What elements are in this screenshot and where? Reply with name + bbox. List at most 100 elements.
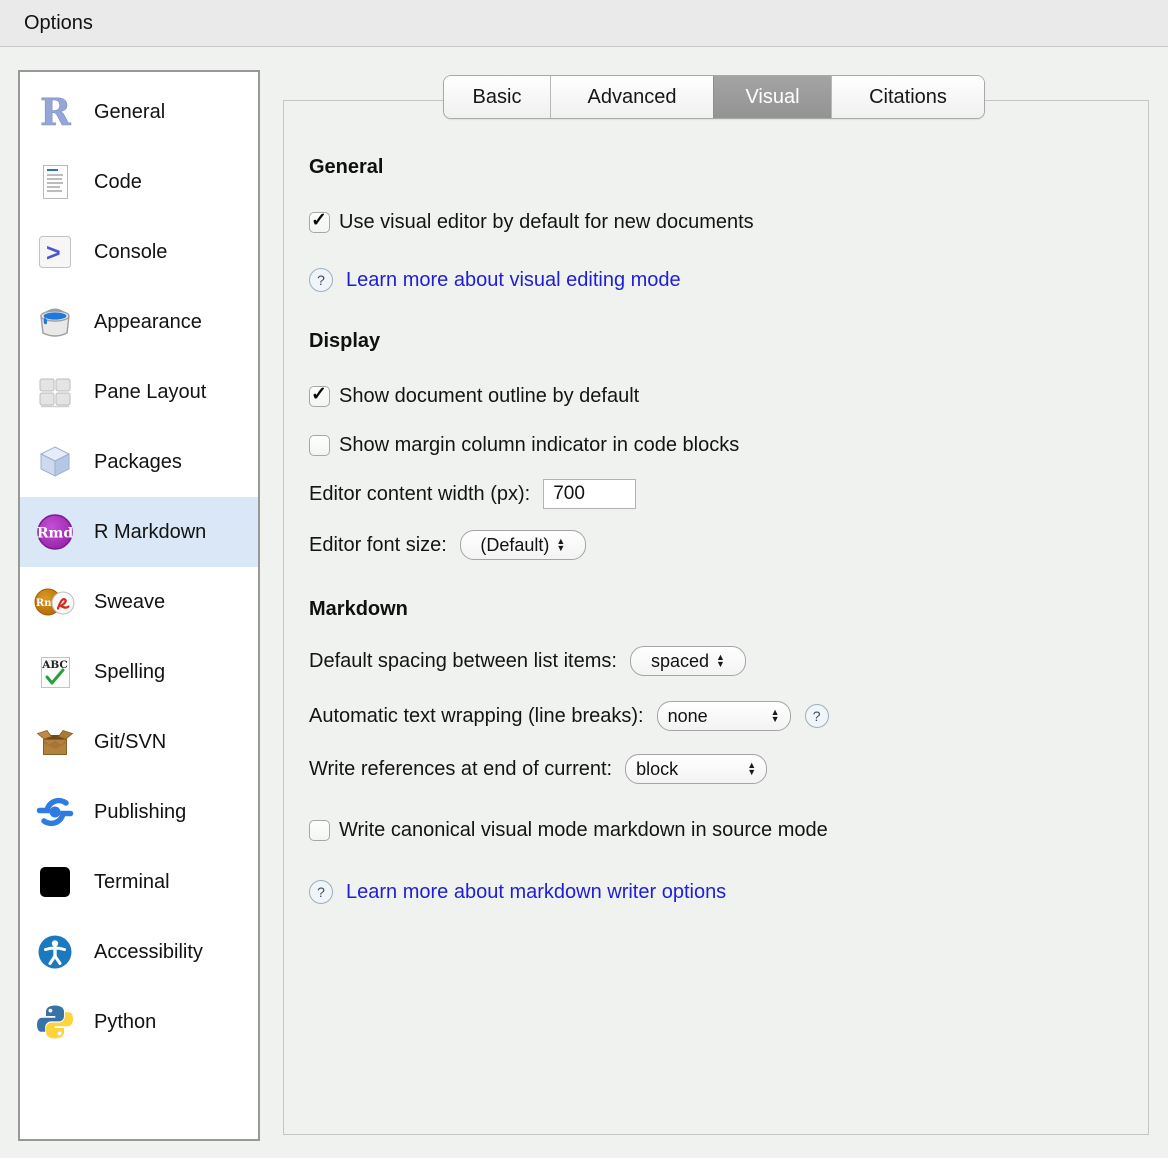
sidebar-item-spelling[interactable]: ABC Spelling bbox=[20, 637, 258, 707]
sidebar-item-git-svn[interactable]: Git/SVN bbox=[20, 707, 258, 777]
sidebar-item-packages[interactable]: Packages bbox=[20, 427, 258, 497]
window-title: Options bbox=[24, 12, 93, 35]
svg-text:>: > bbox=[46, 239, 61, 267]
rmarkdown-badge-icon: Rmd bbox=[32, 512, 78, 552]
r-logo-icon: R bbox=[32, 92, 78, 132]
tab-citations[interactable]: Citations bbox=[831, 76, 984, 118]
stepper-arrows-icon: ▲▼ bbox=[771, 709, 780, 723]
use-visual-editor-checkbox[interactable]: ✓ bbox=[309, 212, 330, 233]
panel-tabs: Basic Advanced Visual Citations bbox=[443, 75, 985, 119]
sidebar-list: R General Code bbox=[20, 72, 258, 1057]
section-heading-markdown: Markdown bbox=[309, 598, 408, 621]
sidebar-item-general[interactable]: R General bbox=[20, 77, 258, 147]
show-margin-row: ✓ Show margin column indicator in code b… bbox=[309, 429, 739, 461]
list-spacing-label: Default spacing between list items: bbox=[309, 650, 617, 673]
cardboard-box-icon bbox=[32, 722, 78, 762]
sidebar-item-r-markdown[interactable]: Rmd R Markdown bbox=[20, 497, 258, 567]
editor-width-input[interactable] bbox=[543, 479, 636, 509]
editor-font-size-row: Editor font size: (Default) ▲▼ bbox=[309, 529, 586, 561]
sidebar-item-terminal[interactable]: Terminal bbox=[20, 847, 258, 917]
canonical-markdown-checkbox[interactable]: ✓ bbox=[309, 820, 330, 841]
list-spacing-select[interactable]: spaced ▲▼ bbox=[630, 646, 746, 676]
svg-text:Rmd: Rmd bbox=[37, 526, 73, 542]
visual-options-panel: General ✓ Use visual editor by default f… bbox=[283, 100, 1149, 1135]
sidebar-item-label: Terminal bbox=[94, 871, 170, 894]
tab-visual[interactable]: Visual bbox=[713, 76, 831, 118]
references-select[interactable]: block ▲▼ bbox=[625, 754, 767, 784]
references-value: block bbox=[636, 759, 678, 780]
editor-font-size-label: Editor font size: bbox=[309, 534, 447, 557]
options-dialog: { "window": { "title": "Options" }, "sid… bbox=[0, 0, 1168, 1158]
editor-width-row: Editor content width (px): bbox=[309, 478, 636, 510]
tab-basic[interactable]: Basic bbox=[444, 76, 550, 118]
sidebar-item-accessibility[interactable]: Accessibility bbox=[20, 917, 258, 987]
code-file-icon bbox=[32, 162, 78, 202]
sidebar-item-label: General bbox=[94, 101, 165, 124]
show-outline-label: Show document outline by default bbox=[339, 385, 639, 408]
show-outline-checkbox[interactable]: ✓ bbox=[309, 386, 330, 407]
terminal-square-icon bbox=[32, 862, 78, 902]
paint-bucket-icon bbox=[32, 302, 78, 342]
learn-markdown-writer-link[interactable]: Learn more about markdown writer options bbox=[346, 881, 726, 904]
help-icon[interactable]: ? bbox=[309, 880, 333, 904]
sidebar-item-label: Python bbox=[94, 1011, 156, 1034]
pane-grid-icon bbox=[32, 372, 78, 412]
help-icon[interactable]: ? bbox=[309, 268, 333, 292]
sweave-rnw-pdf-icon: Rnw bbox=[32, 582, 78, 622]
sidebar-item-label: Pane Layout bbox=[94, 381, 206, 404]
references-label: Write references at end of current: bbox=[309, 758, 612, 781]
editor-font-size-select[interactable]: (Default) ▲▼ bbox=[460, 530, 586, 560]
tab-advanced[interactable]: Advanced bbox=[550, 76, 713, 118]
window-titlebar: Options bbox=[0, 0, 1168, 47]
show-margin-label: Show margin column indicator in code blo… bbox=[339, 434, 739, 457]
canonical-markdown-label: Write canonical visual mode markdown in … bbox=[339, 819, 828, 842]
show-margin-checkbox[interactable]: ✓ bbox=[309, 435, 330, 456]
sidebar-item-label: Publishing bbox=[94, 801, 186, 824]
sidebar-item-appearance[interactable]: Appearance bbox=[20, 287, 258, 357]
section-heading-general: General bbox=[309, 156, 383, 179]
python-logo-icon bbox=[32, 1002, 78, 1042]
sidebar-item-label: Packages bbox=[94, 451, 182, 474]
accessibility-person-icon bbox=[32, 932, 78, 972]
editor-font-size-value: (Default) bbox=[480, 535, 549, 556]
sidebar-item-label: Spelling bbox=[94, 661, 165, 684]
visual-editing-help-row: ? Learn more about visual editing mode bbox=[309, 264, 681, 296]
sidebar-item-publishing[interactable]: Publishing bbox=[20, 777, 258, 847]
canonical-markdown-row: ✓ Write canonical visual mode markdown i… bbox=[309, 814, 828, 846]
list-spacing-value: spaced bbox=[651, 651, 709, 672]
sidebar-item-pane-layout[interactable]: Pane Layout bbox=[20, 357, 258, 427]
text-wrapping-select[interactable]: none ▲▼ bbox=[657, 701, 791, 731]
check-mark-icon: ✓ bbox=[311, 383, 327, 406]
use-visual-editor-label: Use visual editor by default for new doc… bbox=[339, 211, 754, 234]
sidebar-item-label: Sweave bbox=[94, 591, 165, 614]
svg-text:R: R bbox=[40, 92, 71, 132]
sidebar-item-label: Accessibility bbox=[94, 941, 203, 964]
text-wrapping-label: Automatic text wrapping (line breaks): bbox=[309, 705, 644, 728]
console-prompt-icon: > bbox=[32, 232, 78, 272]
sidebar-item-python[interactable]: Python bbox=[20, 987, 258, 1057]
sidebar-item-sweave[interactable]: Rnw Sweave bbox=[20, 567, 258, 637]
stepper-arrows-icon: ▲▼ bbox=[556, 538, 565, 552]
stepper-arrows-icon: ▲▼ bbox=[716, 654, 725, 668]
sidebar-item-label: Console bbox=[94, 241, 167, 264]
show-outline-row: ✓ Show document outline by default bbox=[309, 380, 639, 412]
learn-visual-editing-link[interactable]: Learn more about visual editing mode bbox=[346, 269, 681, 292]
editor-width-label: Editor content width (px): bbox=[309, 483, 530, 506]
package-cube-icon bbox=[32, 442, 78, 482]
list-spacing-row: Default spacing between list items: spac… bbox=[309, 645, 746, 677]
markdown-writer-help-row: ? Learn more about markdown writer optio… bbox=[309, 876, 726, 908]
check-mark-icon: ✓ bbox=[311, 209, 327, 232]
help-icon[interactable]: ? bbox=[805, 704, 829, 728]
text-wrapping-row: Automatic text wrapping (line breaks): n… bbox=[309, 700, 829, 732]
publish-orbit-icon bbox=[32, 792, 78, 832]
references-row: Write references at end of current: bloc… bbox=[309, 753, 767, 785]
text-wrapping-value: none bbox=[668, 706, 708, 727]
sidebar-item-label: Git/SVN bbox=[94, 731, 166, 754]
sidebar-item-label: Code bbox=[94, 171, 142, 194]
sidebar-item-label: R Markdown bbox=[94, 521, 206, 544]
section-heading-display: Display bbox=[309, 330, 380, 353]
spellcheck-abc-icon: ABC bbox=[32, 652, 78, 692]
sidebar-item-console[interactable]: > Console bbox=[20, 217, 258, 287]
options-sidebar: R General Code bbox=[18, 70, 260, 1141]
sidebar-item-code[interactable]: Code bbox=[20, 147, 258, 217]
